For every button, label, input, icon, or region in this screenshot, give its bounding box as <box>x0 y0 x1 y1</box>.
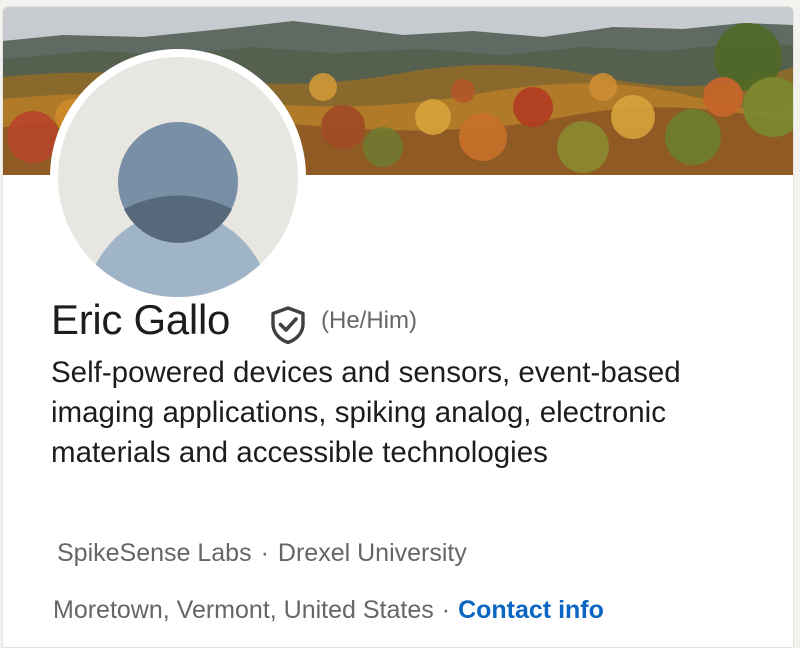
verified-shield-icon[interactable] <box>269 305 307 345</box>
profile-orgs: SpikeSense Labs · Drexel University <box>57 537 467 569</box>
orgs-separator: · <box>260 539 269 567</box>
profile-location: Moretown, Vermont, United States <box>53 596 434 624</box>
contact-info-link[interactable]: Contact info <box>458 596 604 624</box>
profile-name: Eric Gallo <box>51 296 231 343</box>
education-school[interactable]: Drexel University <box>278 539 467 567</box>
person-placeholder-icon <box>58 57 298 297</box>
current-company[interactable]: SpikeSense Labs <box>57 539 252 567</box>
profile-location-row: Moretown, Vermont, United States · Contact… <box>53 593 604 627</box>
profile-card: Eric Gallo (He/Him) Self-powered devices… <box>2 6 794 648</box>
location-separator: · <box>441 596 451 624</box>
profile-pronouns: (He/Him) <box>321 307 417 334</box>
profile-avatar[interactable] <box>50 49 306 305</box>
profile-headline: Self-powered devices and sensors, event-… <box>51 356 681 469</box>
